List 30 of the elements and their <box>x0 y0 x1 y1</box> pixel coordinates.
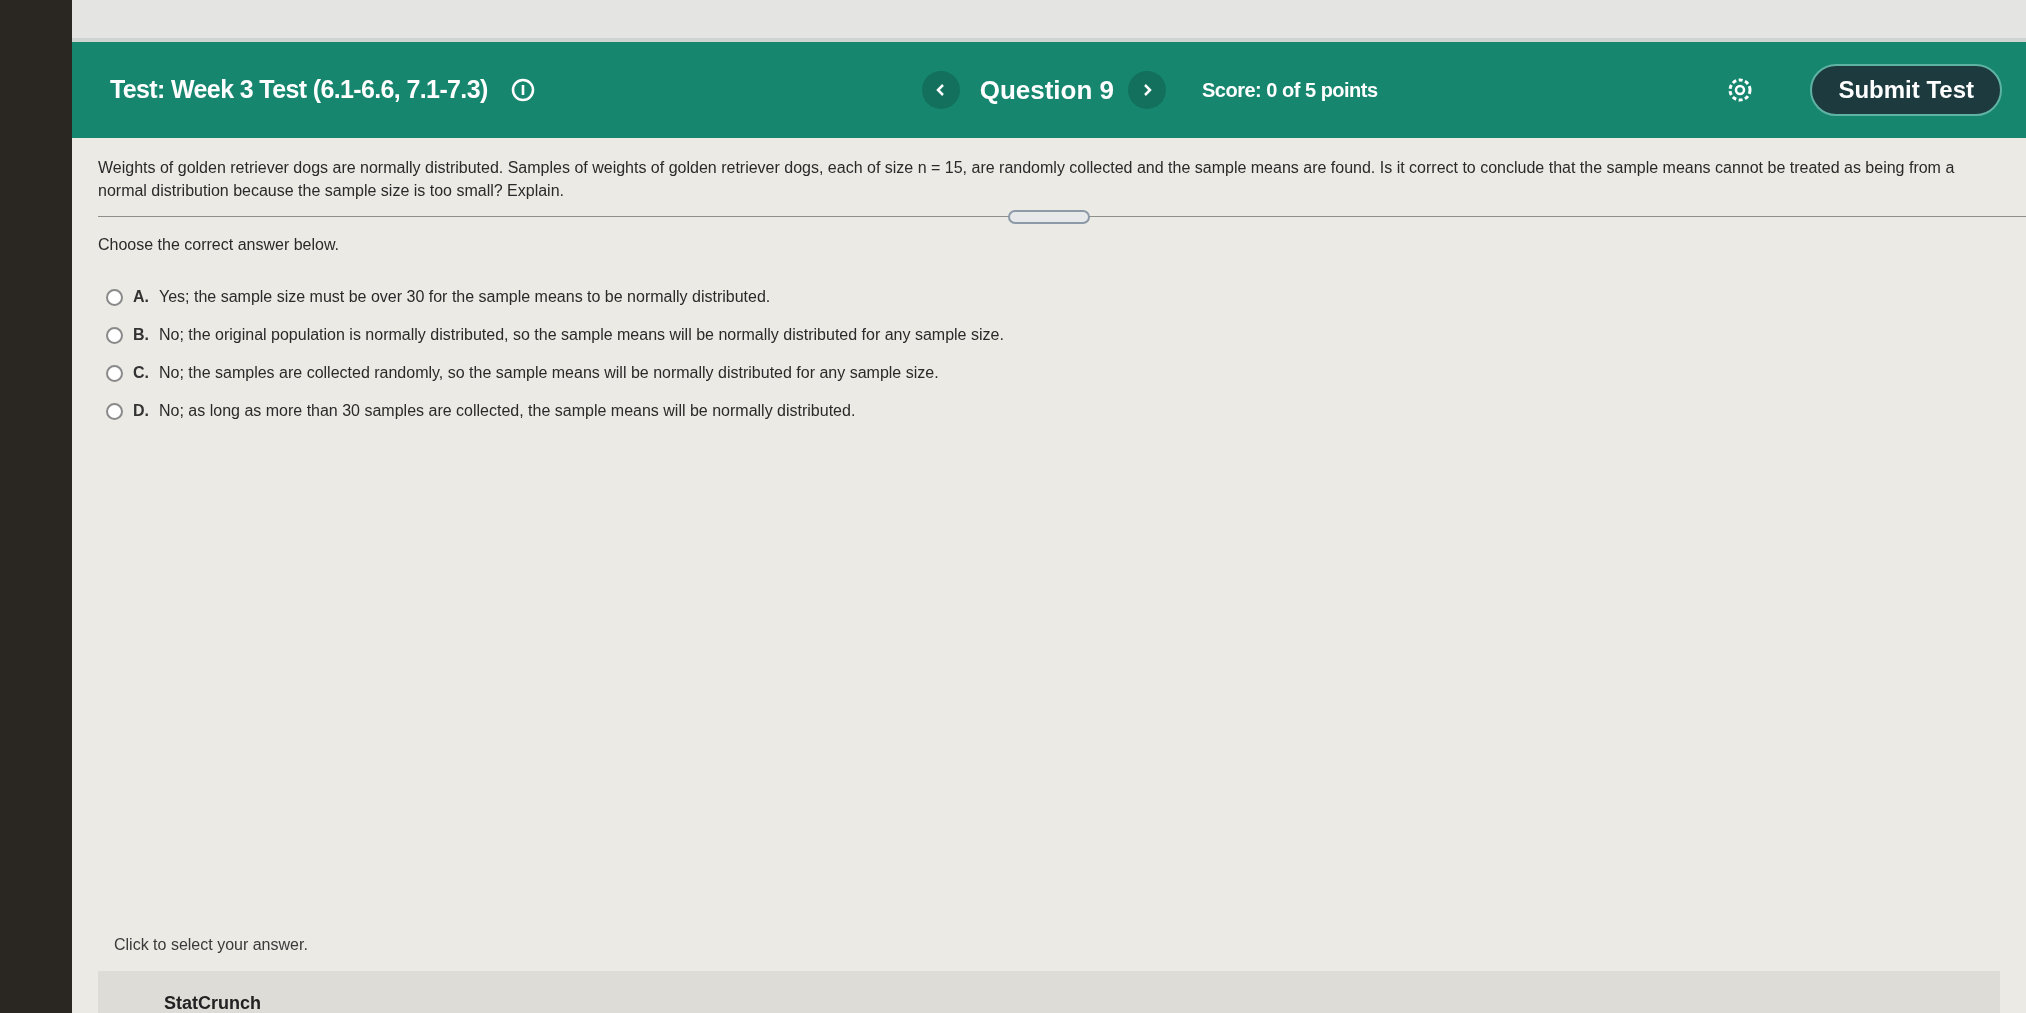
option-letter: A. <box>133 287 149 307</box>
question-number: Question 9 <box>979 73 1115 107</box>
test-title: Test: Week 3 Test (6.1-6.6, 7.1-7.3) <box>110 74 488 106</box>
radio-button[interactable] <box>106 364 123 382</box>
question-text: Weights of golden retriever dogs are normally distributed. Samples of weights of golden retriever dogs, each of size n = 15, are randomly collected and the sample means are found. Is it correct to conclude that the sample means cannot be treated as being from a normal distribution because the sample size is too small? Explain. <box>98 158 1956 201</box>
option-text: No; the original population is normally distributed, so the sample means will be normally distributed for any sample size. <box>159 325 1004 345</box>
score-text: Score: 0 of 5 points <box>1202 78 1378 103</box>
radio-button[interactable] <box>106 402 123 420</box>
info-icon[interactable] <box>509 77 536 103</box>
answer-option[interactable]: A. Yes; the sample size must be over 30 for the sample means to be normally distributed. <box>106 285 771 309</box>
radio-button[interactable] <box>106 288 123 306</box>
hint-text: Click to select your answer. <box>114 935 308 955</box>
submit-test-button[interactable]: Submit Test <box>1810 64 2002 116</box>
splitter-handle[interactable] <box>1008 210 1090 224</box>
option-letter: D. <box>133 401 149 421</box>
option-text: Yes; the sample size must be over 30 for the sample means to be normally distributed. <box>159 287 771 307</box>
statcrunch-label[interactable]: StatCrunch <box>164 993 261 1013</box>
option-text: No; the samples are collected randomly, so the sample means will be normally distributed for any sample size. <box>159 363 939 383</box>
chevron-right-icon <box>1141 83 1154 97</box>
option-letter: C. <box>133 363 149 383</box>
option-text: No; as long as more than 30 samples are collected, the sample means will be normally distributed. <box>159 401 856 421</box>
next-question-button[interactable] <box>1128 71 1167 109</box>
answer-option[interactable]: B. No; the original population is normally distributed, so the sample means will be normally distributed for any sample size. <box>106 323 1004 347</box>
radio-button[interactable] <box>106 326 123 344</box>
answer-prompt: Choose the correct answer below. <box>98 235 339 255</box>
answer-option[interactable]: C. No; the samples are collected randomly, so the sample means will be normally distributed for any sample size. <box>106 361 939 385</box>
chevron-left-icon <box>934 83 947 97</box>
answer-option[interactable]: D. No; as long as more than 30 samples are collected, the sample means will be normally distributed. <box>106 399 856 423</box>
option-letter: B. <box>133 325 149 345</box>
previous-question-button[interactable] <box>921 71 960 109</box>
